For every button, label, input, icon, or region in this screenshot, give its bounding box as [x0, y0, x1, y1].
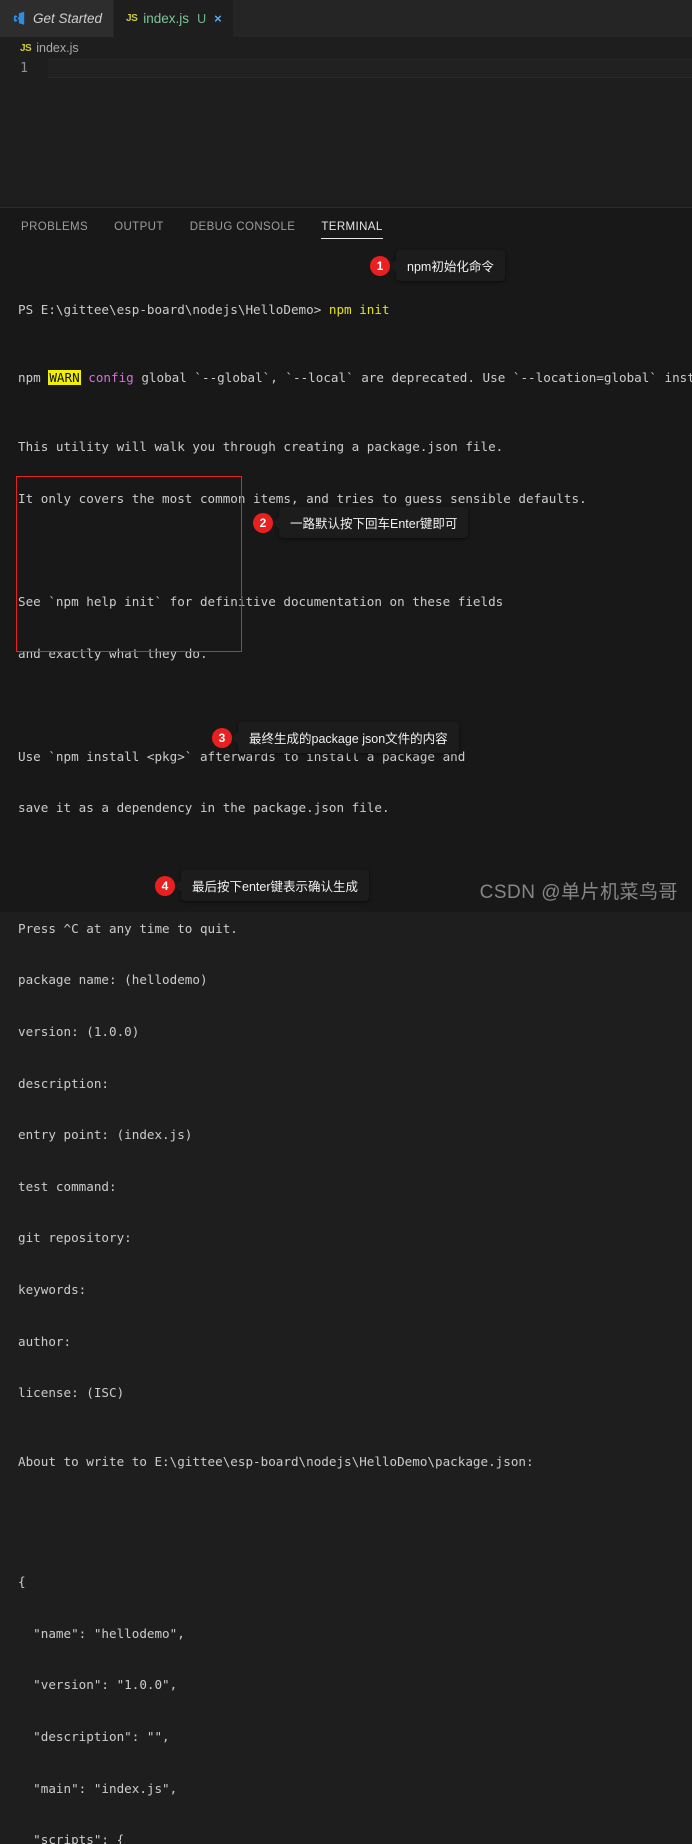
terminal-json-line: "version": "1.0.0", — [18, 1677, 178, 1693]
terminal-line: git repository: — [18, 1230, 132, 1246]
terminal-line: save it as a dependency in the package.j… — [18, 800, 390, 816]
watermark: CSDN @单片机菜鸟哥 — [479, 882, 678, 903]
tab-debug-console[interactable]: DEBUG CONSOLE — [190, 221, 296, 239]
terminal-json-line: "scripts": { — [18, 1832, 125, 1844]
breadcrumb[interactable]: JS index.js — [0, 37, 692, 59]
tab-problems[interactable]: PROBLEMS — [21, 221, 88, 239]
tab-bar-filler — [233, 0, 692, 37]
terminal-json-line: "description": "", — [18, 1729, 170, 1745]
warn-command: config — [80, 370, 134, 386]
callout-badge: 2 — [253, 512, 273, 533]
terminal-json-line: "name": "hellodemo", — [18, 1625, 185, 1641]
callout-badge: 1 — [370, 255, 390, 276]
callout-text: 最后按下enter键表示确认生成 — [181, 870, 369, 901]
terminal-warn-line: npm WARN config global `--global`, `--lo… — [18, 369, 692, 386]
terminal-command: npm init — [328, 301, 390, 317]
warn-prefix: npm — [18, 370, 49, 386]
callout-text: 最终生成的package json文件的内容 — [238, 722, 459, 753]
tab-label: Get Started — [33, 11, 103, 26]
terminal-line: entry point: (index.js) — [18, 1127, 193, 1143]
callout-badge: 4 — [155, 875, 175, 896]
terminal-line: keywords: — [18, 1281, 87, 1297]
terminal-line: version: (1.0.0) — [18, 1023, 140, 1039]
terminal-line: license: (ISC) — [18, 1385, 125, 1401]
warn-tag: WARN — [48, 370, 81, 386]
tab-get-started[interactable]: Get Started — [0, 0, 115, 37]
line-number: 1 — [20, 61, 28, 76]
terminal-prompt-prefix: PS E:\gittee\esp-board\nodejs\HelloDemo> — [18, 301, 329, 317]
terminal-line: Press ^C at any time to quit. — [18, 920, 238, 936]
callout-3: 3 最终生成的package json文件的内容 — [212, 722, 459, 753]
terminal-prompt-line: PS E:\gittee\esp-board\nodejs\HelloDemo>… — [18, 301, 692, 318]
callout-2: 2 一路默认按下回车Enter键即可 — [253, 507, 469, 538]
close-icon[interactable]: × — [214, 12, 222, 25]
terminal-json-line: { — [18, 1574, 26, 1590]
js-file-icon: JS — [20, 42, 32, 54]
tab-output[interactable]: OUTPUT — [114, 221, 164, 239]
terminal-line: See `npm help init` for definitive docum… — [18, 593, 504, 609]
code-editor[interactable]: 1 — [0, 59, 692, 207]
terminal-line: It only covers the most common items, an… — [18, 490, 587, 506]
panel-tab-bar: PROBLEMS OUTPUT DEBUG CONSOLE TERMINAL — [0, 208, 692, 239]
tab-index-js[interactable]: JS index.js U × — [114, 0, 234, 37]
tab-label: index.js — [143, 11, 190, 26]
terminal-line: package name: (hellodemo) — [18, 972, 208, 988]
current-line-highlight — [48, 59, 692, 78]
terminal-about-line: About to write to E:\gittee\esp-board\no… — [18, 1453, 534, 1469]
breadcrumb-label: index.js — [36, 41, 79, 55]
callout-text: npm初始化命令 — [396, 250, 505, 281]
callout-1: 1 npm初始化命令 — [370, 250, 505, 281]
callout-badge: 3 — [212, 727, 232, 748]
terminal-line: test command: — [18, 1178, 117, 1194]
terminal-line: description: — [18, 1075, 109, 1091]
js-file-icon: JS — [126, 13, 138, 24]
vscode-logo-icon — [12, 11, 27, 26]
terminal-output[interactable]: PS E:\gittee\esp-board\nodejs\HelloDemo>… — [0, 239, 692, 1844]
terminal-line: and exactly what they do. — [18, 645, 208, 661]
terminal-line: author: — [18, 1333, 72, 1349]
terminal-json-line: "main": "index.js", — [18, 1780, 178, 1796]
editor-tab-bar: Get Started JS index.js U × — [0, 0, 692, 37]
tab-unsaved-badge: U — [197, 11, 207, 26]
terminal-line: This utility will walk you through creat… — [18, 439, 504, 455]
bottom-panel: PROBLEMS OUTPUT DEBUG CONSOLE TERMINAL P… — [0, 207, 692, 1844]
callout-4: 4 最后按下enter键表示确认生成 — [155, 870, 369, 901]
tab-terminal[interactable]: TERMINAL — [321, 221, 384, 239]
callout-text: 一路默认按下回车Enter键即可 — [279, 507, 469, 538]
warn-rest: global `--global`, `--local` are depreca… — [133, 370, 692, 386]
editor-line: 1 — [0, 59, 692, 78]
